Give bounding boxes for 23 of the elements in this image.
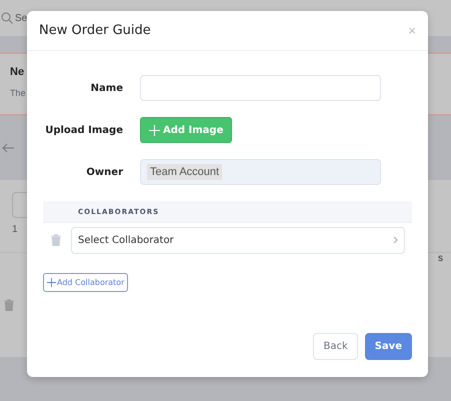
name-input[interactable] [140,75,381,101]
search-field[interactable]: Se [15,12,28,24]
search-icon [1,12,13,24]
notice-text: The [10,88,26,98]
save-button[interactable]: Save [364,333,412,360]
owner-field[interactable]: Team Account [140,159,381,185]
trash-icon[interactable] [51,234,61,246]
field-label: Upload Image [44,124,123,136]
add-image-button[interactable]: Add Image [140,117,232,143]
back-button[interactable]: Back [313,333,358,360]
plus-icon [47,278,56,287]
field-label: Owner [85,166,123,178]
collaborator-select[interactable]: Select Collaborator [71,226,405,254]
plus-icon [149,124,160,136]
field-label: Name [90,82,123,94]
modal-title: New Order Guide [39,23,151,38]
notice-title: Ne [10,66,24,78]
trash-icon[interactable] [4,299,14,311]
row-text: s [438,253,443,264]
chevron-icon [393,236,398,244]
add-collaborator-button[interactable]: Add Collaborator [43,273,128,292]
back-arrow-icon[interactable] [2,143,14,153]
count-text: 1 [12,224,18,235]
